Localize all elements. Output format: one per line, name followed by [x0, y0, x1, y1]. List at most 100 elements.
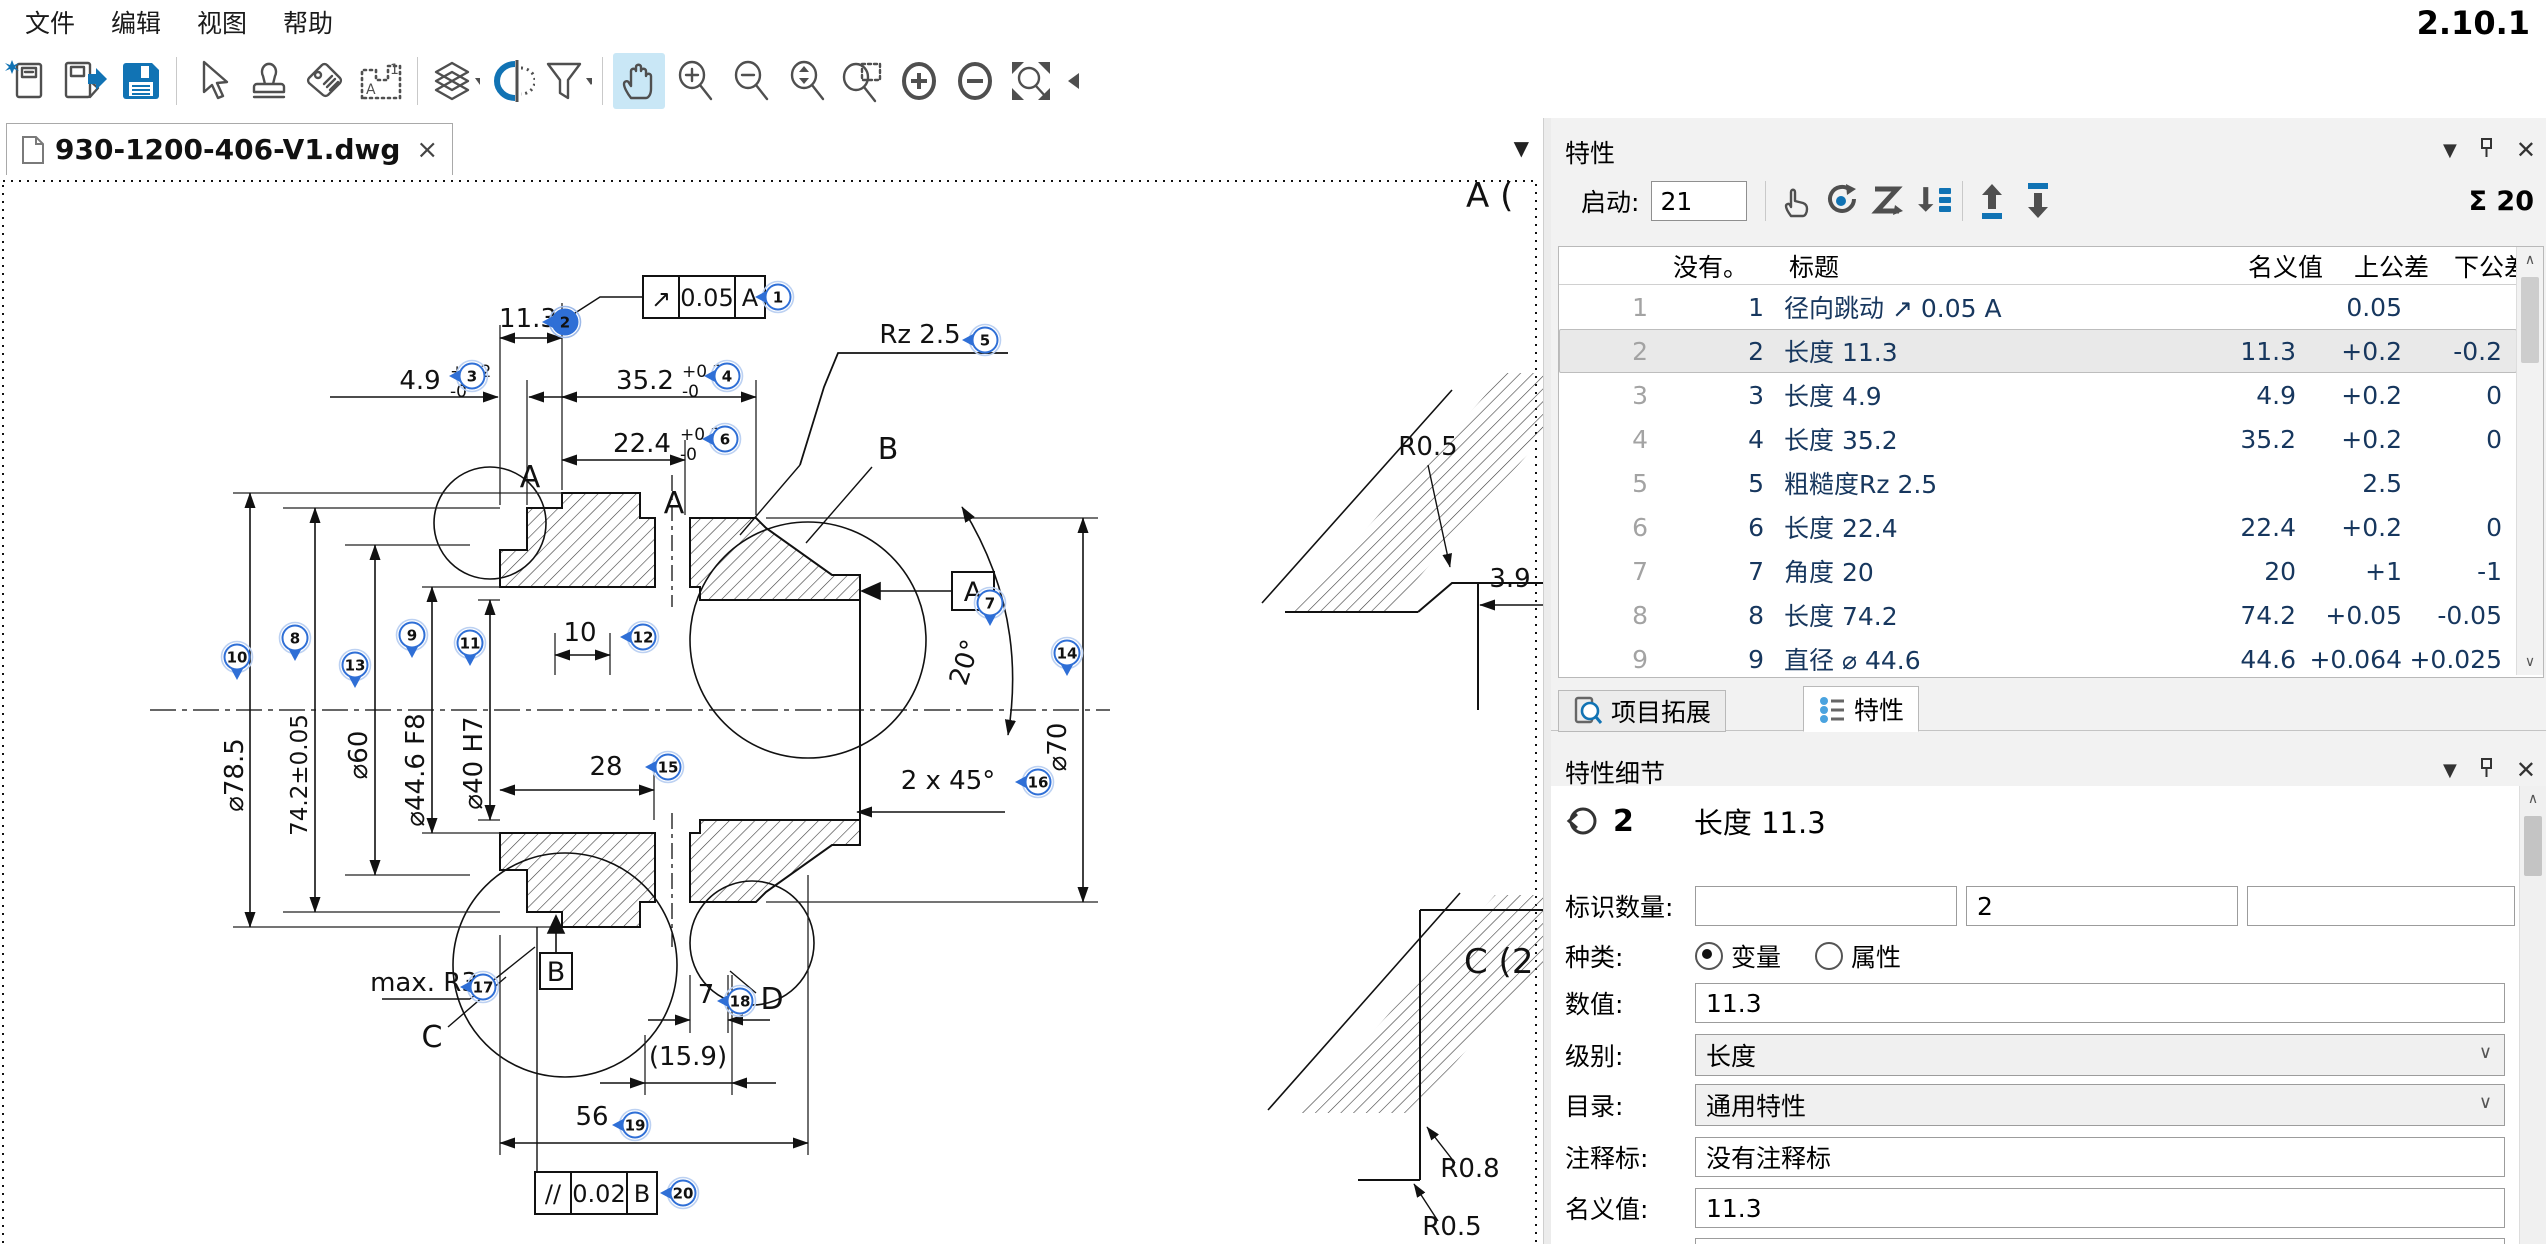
table-row[interactable]: 33长度 4.94.9+0.20 [1559, 373, 2517, 417]
scrollbar-thumb[interactable] [2524, 816, 2542, 876]
drawing-canvas[interactable]: 11.34.9+0.2-035.2+0.2-022.4+0.2-0Rz 2.5A… [0, 175, 1543, 1244]
menu-bar: 文件 编辑 视图 帮助 2.10.1 [0, 0, 2546, 44]
document-tab[interactable]: 930-1200-406-V1.dwg × [6, 123, 453, 175]
pan-hand-icon[interactable] [613, 53, 665, 109]
balloon-5[interactable]: 5 [962, 325, 1001, 356]
tab-close-icon[interactable]: × [416, 135, 438, 165]
radio-attribute[interactable] [1815, 942, 1843, 970]
scroll-up-icon[interactable]: ∧ [2520, 786, 2546, 812]
menu-help[interactable]: 帮助 [272, 4, 344, 40]
svg-text:3: 3 [467, 368, 477, 386]
tab-list-icon[interactable]: ▼ [1514, 136, 1529, 160]
save-icon[interactable] [114, 53, 166, 109]
svg-text:11: 11 [460, 635, 481, 653]
panel-close-icon[interactable]: ✕ [2516, 136, 2536, 164]
field-value: 数值: [1565, 981, 2505, 1025]
balloon-15[interactable]: 15 [645, 752, 684, 783]
upper-tolerance-input[interactable] [1695, 1238, 2505, 1244]
z-order-icon[interactable] [1864, 178, 1910, 224]
panel-pin-icon[interactable] [2479, 758, 2494, 783]
balloon-13[interactable]: 13 [340, 650, 371, 689]
field-nominal: 名义值: [1565, 1186, 2505, 1230]
catalog-dropdown[interactable]: 通用特性∨ [1695, 1084, 2505, 1126]
value-input[interactable] [1695, 983, 2505, 1023]
id-count-input-1[interactable] [1695, 886, 1957, 926]
zoom-in-icon[interactable] [669, 53, 721, 109]
start-row: 启动: Σ 20 [1551, 170, 2546, 232]
balloon-9[interactable]: 9 [397, 620, 428, 659]
tab-properties[interactable]: 特性 [1803, 686, 1919, 732]
field-upper-tolerance: 上公差: [1565, 1236, 2505, 1244]
svg-text:7: 7 [698, 980, 715, 1010]
scroll-up-icon[interactable]: ∧ [2517, 247, 2543, 273]
balloon-10[interactable]: 10 [222, 642, 253, 681]
move-down-icon[interactable] [2015, 178, 2061, 224]
balloon-8[interactable]: 8 [280, 623, 311, 662]
increase-icon[interactable] [893, 53, 945, 109]
panel-dropdown-icon[interactable]: ▼ [2443, 140, 2457, 161]
open-document-icon[interactable] [58, 53, 110, 109]
zoom-window-icon[interactable] [837, 53, 889, 109]
table-row[interactable]: 77角度 2020+1-1 [1559, 549, 2517, 593]
zoom-fit-icon[interactable] [1005, 53, 1057, 109]
svg-text:22.4: 22.4 [613, 429, 671, 459]
table-row[interactable]: 11径向跳动 ↗ 0.05 A0.05 [1559, 285, 2517, 329]
svg-text:6: 6 [720, 431, 730, 449]
menu-view[interactable]: 视图 [186, 4, 258, 40]
start-input[interactable] [1651, 181, 1747, 221]
stamp-icon[interactable] [243, 53, 295, 109]
nominal-input[interactable] [1695, 1188, 2505, 1228]
layers-icon[interactable] [428, 53, 480, 109]
table-row[interactable]: 44长度 35.235.2+0.20 [1559, 417, 2517, 461]
field-class: 级别: 长度∨ [1565, 1033, 2505, 1077]
panel-pin-icon[interactable] [2479, 138, 2494, 163]
class-dropdown[interactable]: 长度∨ [1695, 1034, 2505, 1076]
svg-text:20: 20 [673, 1185, 694, 1203]
menu-edit[interactable]: 编辑 [100, 4, 172, 40]
menu-file[interactable]: 文件 [14, 4, 86, 40]
svg-text:20°: 20° [944, 636, 987, 689]
balloon-14[interactable]: 14 [1052, 638, 1083, 677]
table-row[interactable]: 88长度 74.274.2+0.05-0.05 [1559, 593, 2517, 637]
id-count-input-3[interactable] [2247, 886, 2515, 926]
table-row[interactable]: 99直径 ⌀ 44.644.6+0.064+0.025 [1559, 637, 2517, 678]
scroll-down-icon[interactable]: ∨ [2517, 649, 2543, 675]
select-cursor-icon[interactable] [187, 53, 239, 109]
selected-item-row: 2 长度 11.3 [1565, 800, 1826, 842]
tag-icon[interactable] [299, 53, 351, 109]
rotate-icon[interactable] [1818, 178, 1864, 224]
decrease-icon[interactable] [949, 53, 1001, 109]
mirror-icon[interactable] [484, 53, 536, 109]
item-title: 长度 11.3 [1694, 800, 1826, 842]
svg-text:↗: ↗ [651, 285, 671, 313]
balloon-12[interactable]: 12 [620, 622, 659, 653]
balloon-18[interactable]: 18 [717, 986, 756, 1017]
selection-border [3, 181, 1536, 1244]
panel-close-icon[interactable]: ✕ [2516, 756, 2536, 784]
note-input[interactable] [1695, 1137, 2505, 1177]
balloon-19[interactable]: 19 [612, 1110, 651, 1141]
hand-pointer-icon[interactable] [1772, 178, 1818, 224]
zoom-vertical-icon[interactable] [781, 53, 833, 109]
list-down-icon[interactable] [1910, 178, 1956, 224]
collapse-arrow-icon[interactable] [1061, 53, 1085, 109]
tab-project-expand[interactable]: 项目拓展 [1558, 690, 1726, 732]
move-up-icon[interactable] [1969, 178, 2015, 224]
scrollbar-thumb[interactable] [2521, 277, 2539, 363]
table-row[interactable]: 55粗糙度Rz 2.52.5 [1559, 461, 2517, 505]
table-row[interactable]: 66长度 22.422.4+0.20 [1559, 505, 2517, 549]
table-scrollbar[interactable]: ∧ ∨ [2516, 247, 2543, 675]
table-row[interactable]: 22长度 11.311.3+0.2-0.2 [1559, 329, 2517, 373]
balloon-20[interactable]: 20 [660, 1178, 699, 1209]
zoom-out-icon[interactable] [725, 53, 777, 109]
partial-view-icon[interactable]: A1 [355, 53, 407, 109]
filter-icon[interactable] [540, 53, 592, 109]
details-scrollbar[interactable]: ∧ [2519, 786, 2546, 1244]
id-count-input-2[interactable] [1966, 886, 2238, 926]
radio-variable[interactable] [1695, 942, 1723, 970]
panel-dropdown-icon[interactable]: ▼ [2443, 760, 2457, 781]
table-header-row[interactable]: 没有。 标题 名义值 上公差 下公差 [1559, 247, 2543, 285]
new-document-icon[interactable] [2, 53, 54, 109]
properties-panel-header: 特性 ▼ ✕ [1551, 128, 2546, 166]
balloon-11[interactable]: 11 [455, 628, 486, 667]
